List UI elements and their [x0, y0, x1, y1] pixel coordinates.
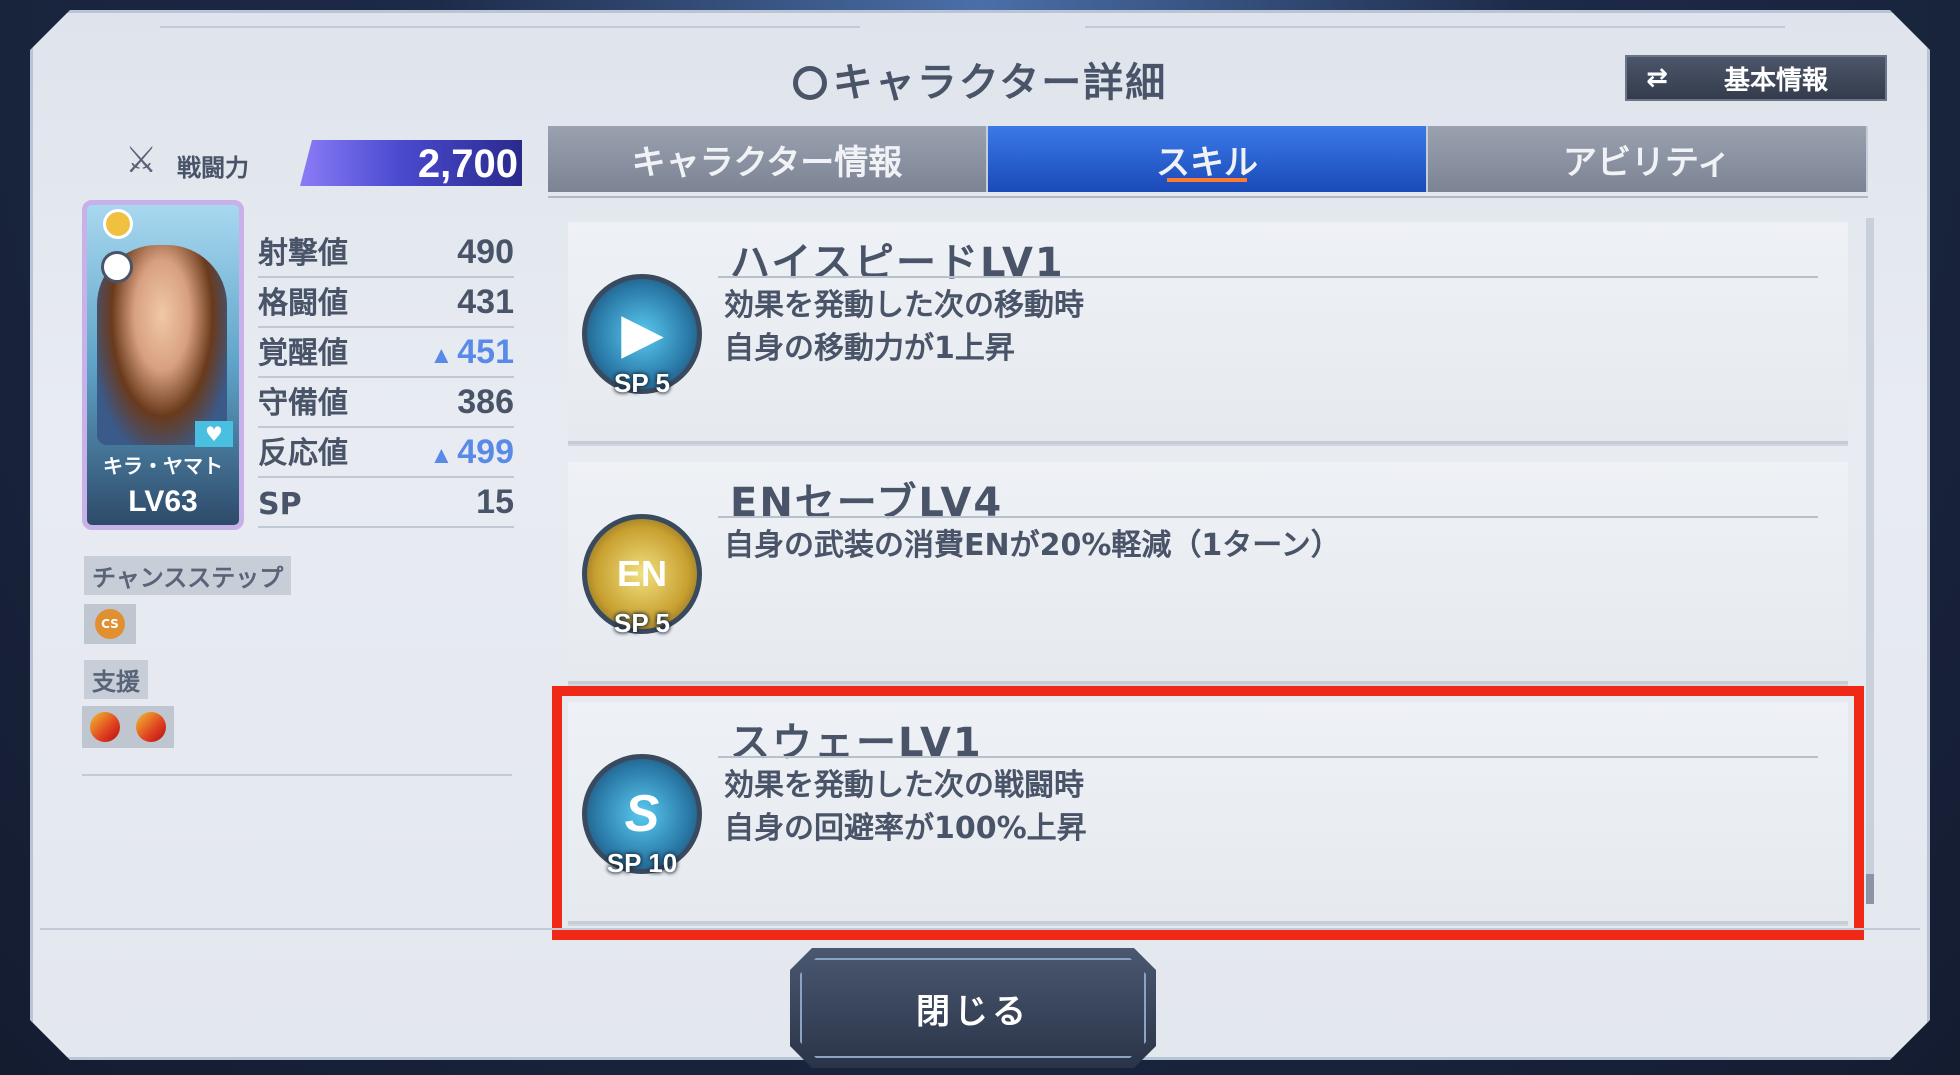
combat-power: ⚔ 戦闘力 2,700	[125, 140, 525, 186]
stat-value-text: 451	[457, 333, 514, 371]
shuffle-icon: ⇄	[1646, 63, 1668, 93]
combat-power-bar: 2,700	[300, 140, 522, 186]
stat-value-text: 499	[457, 433, 514, 471]
character-card[interactable]: ♥ キラ・ヤマト LV63	[82, 200, 244, 530]
scrollbar-thumb[interactable]	[1866, 874, 1874, 904]
stat-label: 射撃値	[258, 236, 348, 271]
character-icon	[792, 66, 827, 100]
skill-name: ENセーブLV4	[730, 480, 1004, 526]
stat-row: 覚醒値 ▲ 451	[258, 328, 514, 378]
skill-description-line: 効果を発動した次の移動時	[724, 288, 1084, 323]
skill-item-high-speed[interactable]: ▶ SP 5 ハイスピードLV1 効果を発動した次の移動時 自身の移動力が1上昇	[568, 222, 1848, 444]
up-arrow-icon: ▲	[429, 442, 454, 469]
chance-step-label: チャンスステップ	[84, 556, 292, 595]
speed-icon: ▶ SP 5	[582, 274, 702, 398]
skill-name: ハイスピードLV1	[730, 240, 1065, 286]
basic-info-button[interactable]: ⇄ 基本情報	[1625, 55, 1887, 101]
tab-character-info[interactable]: キャラクター情報	[548, 126, 988, 192]
skill-description-line: 自身の移動力が1上昇	[724, 331, 1015, 366]
support-label: 支援	[84, 660, 148, 699]
stat-value-boosted: ▲ 451	[368, 333, 515, 372]
header-line-left	[160, 26, 860, 28]
up-arrow-icon: ▲	[429, 342, 454, 369]
stats-list: 射撃値 490 格闘値 431 覚醒値 ▲ 451 守備値 386 反応値 ▲ 49…	[258, 228, 514, 528]
stat-row: 反応値 ▲ 499	[258, 428, 514, 478]
character-level: LV63	[128, 485, 198, 518]
stat-row: 射撃値 490	[258, 228, 514, 278]
skill-sp-cost: SP 5	[614, 608, 670, 638]
skill-description: 自身の武装の消費ENが20%軽減（1ターン）	[724, 524, 1341, 567]
skill-icon-glyph: EN	[616, 553, 667, 594]
stat-value: 431	[457, 283, 514, 321]
page-title-text: キャラクター詳細	[832, 60, 1168, 106]
stat-value: 490	[457, 233, 514, 271]
stat-row: 守備値 386	[258, 378, 514, 428]
medal-icon	[103, 209, 133, 239]
tab-skills[interactable]: スキル	[988, 126, 1428, 192]
skill-description: 効果を発動した次の移動時 自身の移動力が1上昇	[724, 284, 1084, 370]
tab-abilities[interactable]: アビリティ	[1428, 126, 1868, 192]
cs-icon: CS	[95, 609, 125, 639]
skill-divider	[718, 276, 1818, 278]
combat-power-label: 戦闘力	[177, 154, 249, 182]
stat-label: 覚醒値	[258, 336, 348, 371]
stat-label: 格闘値	[258, 286, 348, 321]
stat-value-boosted: ▲ 499	[368, 433, 515, 472]
stat-label: 反応値	[258, 436, 348, 471]
skill-description-line: 自身の武装の消費ENが20%軽減（1ターン）	[724, 528, 1341, 563]
skill-divider	[718, 516, 1818, 518]
bottom-divider	[40, 928, 1920, 930]
combat-power-value: 2,700	[417, 142, 518, 186]
character-name: キラ・ヤマト	[103, 454, 223, 478]
skill-sp-cost: SP 10	[606, 848, 678, 878]
stat-value: 386	[457, 383, 514, 421]
stat-row: SP 15	[258, 478, 514, 528]
chance-step-badge[interactable]: CS	[84, 604, 136, 644]
close-button[interactable]: 閉じる	[790, 948, 1156, 1068]
skill-icon-glyph: S	[624, 785, 660, 843]
basic-info-label: 基本情報	[1723, 65, 1828, 96]
skill-description: 効果を発動した次の戦闘時 自身の回避率が100%上昇	[724, 764, 1087, 850]
support-medal-icon	[90, 712, 120, 742]
skill-description-line: 自身の回避率が100%上昇	[724, 811, 1087, 846]
skill-name: スウェーLV1	[730, 720, 983, 766]
en-battery-icon: EN SP 5	[582, 514, 702, 638]
stat-label: SP	[258, 487, 302, 522]
heart-icon: ♥	[195, 421, 233, 447]
tab-underline	[548, 196, 1868, 198]
crossed-swords-icon: ⚔	[125, 140, 158, 181]
skill-description-line: 効果を発動した次の戦闘時	[724, 768, 1084, 803]
skill-item-en-save[interactable]: EN SP 5 ENセーブLV4 自身の武装の消費ENが20%軽減（1ターン）	[568, 462, 1848, 684]
header-line-right	[1085, 26, 1785, 28]
stat-value: 15	[476, 483, 514, 521]
skill-divider	[718, 756, 1818, 758]
stat-label: 守備値	[258, 386, 348, 421]
left-divider	[82, 774, 512, 776]
skill-list: ▶ SP 5 ハイスピードLV1 効果を発動した次の移動時 自身の移動力が1上昇…	[552, 222, 1864, 942]
detail-tabs: キャラクター情報 スキル アビリティ	[548, 126, 1868, 192]
skill-item-sway[interactable]: S SP 10 スウェーLV1 効果を発動した次の戦闘時 自身の回避率が100%…	[552, 686, 1864, 940]
skill-list-scrollbar[interactable]	[1866, 218, 1874, 904]
skill-sp-cost: SP 5	[614, 368, 670, 398]
sway-icon: S SP 10	[582, 754, 702, 878]
status-icon	[101, 251, 133, 283]
skill-icon-glyph: ▶	[622, 305, 662, 363]
support-badges[interactable]	[82, 706, 174, 748]
support-medal-icon	[136, 712, 166, 742]
stat-row: 格闘値 431	[258, 278, 514, 328]
